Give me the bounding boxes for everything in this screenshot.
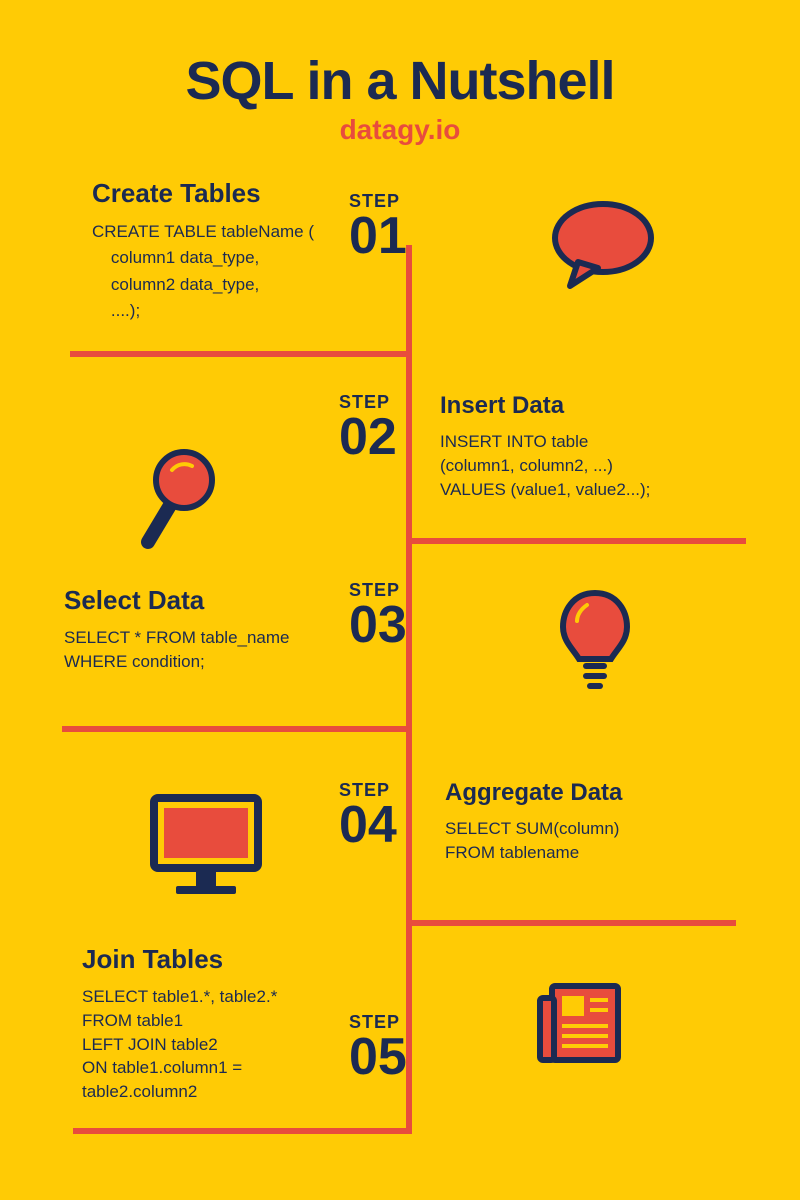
step-03-num: 03 [349, 601, 407, 650]
step-01-connector [70, 351, 412, 357]
step-01-num: 01 [349, 212, 407, 261]
step-02-connector [406, 538, 746, 544]
step-05-title: Join Tables [82, 944, 392, 975]
monitor-icon [146, 790, 266, 900]
step-05-block: Join Tables SELECT table1.*, table2.* FR… [82, 944, 392, 1104]
step-03-block: Select Data SELECT * FROM table_name WHE… [64, 585, 374, 674]
step-03-code: SELECT * FROM table_name WHERE condition… [64, 626, 374, 674]
step-05-code: SELECT table1.*, table2.* FROM table1 LE… [82, 985, 392, 1104]
step-02-num-block: STEP 02 [339, 392, 397, 462]
speech-bubble-icon [548, 200, 658, 295]
step-04-connector [406, 920, 736, 926]
step-05-num: 05 [349, 1033, 407, 1082]
step-03-connector [62, 726, 412, 732]
page-title: SQL in a Nutshell [0, 0, 800, 112]
step-01-title: Create Tables [92, 178, 382, 209]
timeline-line [406, 245, 412, 1130]
step-04-title: Aggregate Data [445, 779, 755, 807]
lightbulb-icon [555, 585, 635, 700]
page-subtitle: datagy.io [0, 114, 800, 146]
step-02-code: INSERT INTO table (column1, column2, ...… [440, 430, 750, 501]
step-01-code: CREATE TABLE tableName ( column1 data_ty… [92, 219, 382, 324]
step-04-block: Aggregate Data SELECT SUM(column) FROM t… [445, 779, 755, 865]
step-05-num-block: STEP 05 [349, 1012, 407, 1082]
newspaper-icon [532, 978, 627, 1068]
step-02-num: 02 [339, 413, 397, 462]
step-04-num-block: STEP 04 [339, 780, 397, 850]
step-02-title: Insert Data [440, 392, 750, 420]
step-01-num-block: STEP 01 [349, 191, 407, 261]
step-05-connector [73, 1128, 412, 1134]
magnifier-icon [128, 442, 228, 562]
step-01-block: Create Tables CREATE TABLE tableName ( c… [92, 178, 382, 324]
step-03-title: Select Data [64, 585, 374, 616]
step-02-block: Insert Data INSERT INTO table (column1, … [440, 392, 750, 501]
step-04-num: 04 [339, 801, 397, 850]
step-04-code: SELECT SUM(column) FROM tablename [445, 817, 755, 865]
step-03-num-block: STEP 03 [349, 580, 407, 650]
